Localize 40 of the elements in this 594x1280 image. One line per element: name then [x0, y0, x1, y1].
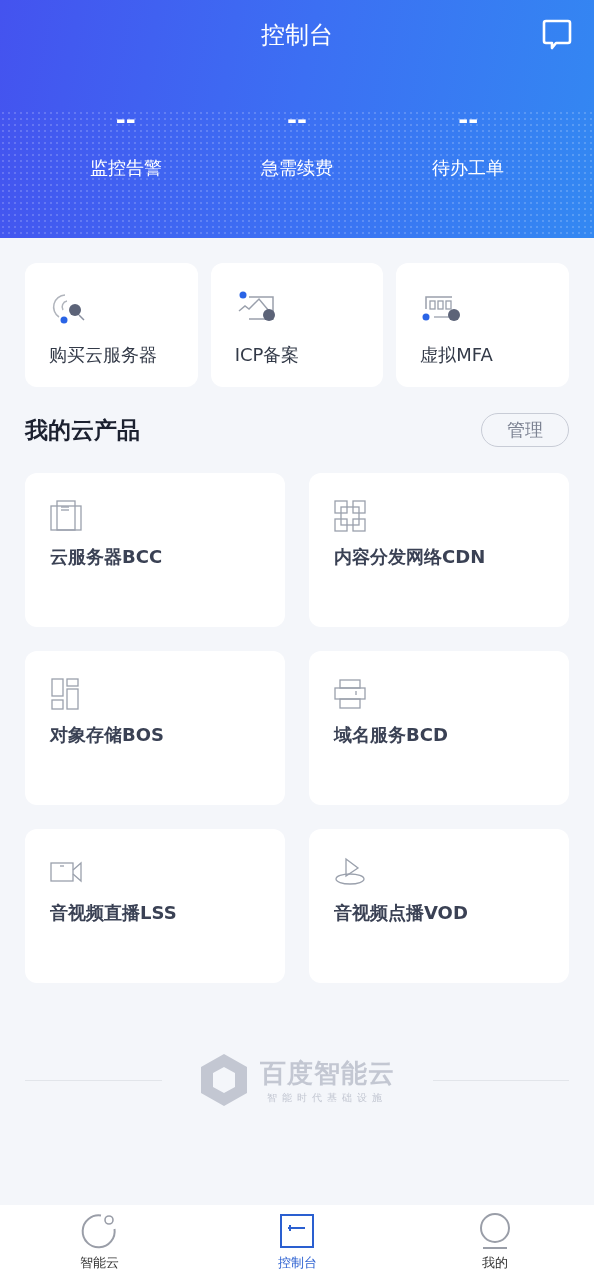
page-title: 控制台 — [261, 20, 333, 51]
product-card[interactable]: 云服务器BCC — [25, 473, 285, 627]
product-label: 音视频直播LSS — [50, 901, 178, 925]
cube-logo-icon — [199, 1053, 248, 1107]
product-label: 音视频点播VOD — [334, 901, 469, 925]
storage-icon — [50, 678, 80, 710]
play-icon — [334, 856, 366, 888]
product-card[interactable]: 内容分发网络CDN — [309, 473, 569, 627]
section-title: 我的云产品 — [25, 415, 140, 445]
video-camera-icon — [50, 860, 82, 884]
product-label: 域名服务BCD — [334, 723, 449, 747]
domain-icon — [334, 678, 366, 710]
product-card[interactable]: 域名服务BCD — [309, 651, 569, 805]
product-card[interactable]: 音视频点播VOD — [309, 829, 569, 983]
server-icon — [50, 500, 82, 532]
shortcut-label: ICP备案 — [234, 343, 301, 367]
product-label: 内容分发网络CDN — [334, 545, 487, 569]
tab[interactable]: 我的 — [396, 1205, 594, 1280]
grid-icon — [334, 500, 366, 532]
stat-label[interactable]: 待办工单 — [432, 156, 505, 180]
stat-label[interactable]: 急需续费 — [261, 156, 333, 180]
tab[interactable]: 控制台 — [198, 1205, 396, 1280]
product-card[interactable]: 音视频直播LSS — [25, 829, 285, 983]
stat-value: -- — [287, 110, 307, 130]
shortcut-card[interactable]: ICP备案 — [210, 263, 384, 387]
shortcut-card[interactable]: 虚拟MFA — [396, 263, 569, 387]
shortcut-label: 虚拟MFA — [420, 343, 494, 367]
tab[interactable]: 智能云 — [0, 1205, 198, 1280]
stat-value: -- — [458, 110, 479, 130]
message-icon[interactable] — [542, 19, 572, 51]
circle-icon — [81, 1213, 117, 1249]
console-icon — [279, 1213, 315, 1249]
user-icon — [477, 1213, 513, 1249]
product-label: 对象存储BOS — [50, 723, 165, 747]
stat-label[interactable]: 监控告警 — [89, 156, 162, 180]
shortcut-label: 购买云服务器 — [49, 343, 158, 367]
stat-value: -- — [115, 110, 136, 130]
product-card[interactable]: 对象存储BOS — [25, 651, 285, 805]
shortcut-card[interactable]: 购买云服务器 — [25, 263, 198, 387]
product-label: 云服务器BCC — [50, 545, 164, 569]
